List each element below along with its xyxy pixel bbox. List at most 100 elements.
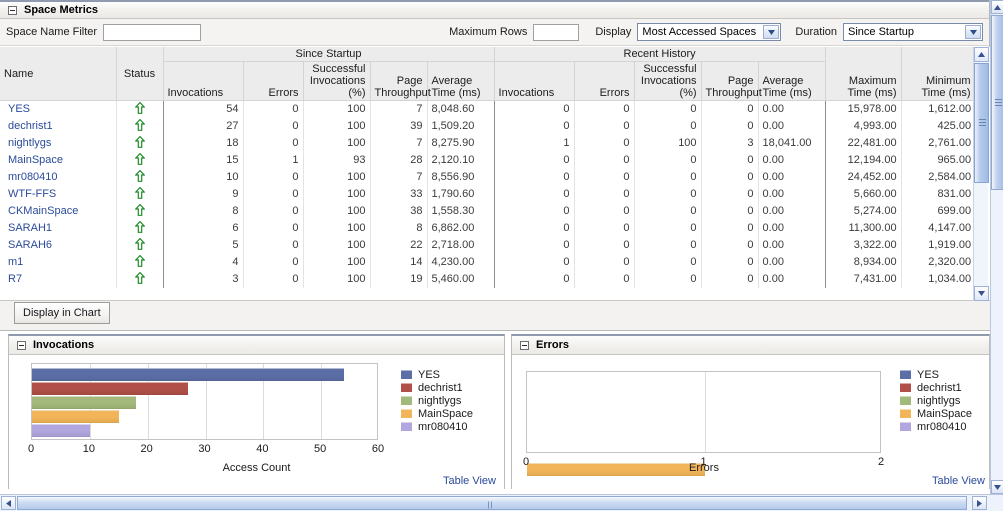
collapse-minus-icon[interactable] <box>8 5 17 15</box>
table-row[interactable]: SARAH6 5 0 100 22 2,718.00 0 0 0 0 0.00 3,322.00 1,9… <box>0 236 976 254</box>
table-row[interactable]: mr080410 10 0 100 7 8,556.90 0 0 0 0 0.00 24,452.00… <box>0 168 976 186</box>
cell-minimum-time: 1,612.00 <box>900 100 976 118</box>
chevron-down-icon[interactable] <box>965 25 981 39</box>
table-row[interactable]: nightlygs 18 0 100 7 8,275.90 1 0 100 3 18,041.00 2… <box>0 134 976 152</box>
table-row[interactable]: WTF-FFS 9 0 100 33 1,790.60 0 0 0 0 0.00 5,660.00 83… <box>0 185 976 203</box>
cell-status <box>115 151 163 169</box>
col-header-ss-successful-invocations[interactable]: Successful Invocations (%) <box>302 61 371 101</box>
duration-select[interactable]: Since Startup <box>843 23 983 41</box>
space-name-filter-input[interactable] <box>103 23 202 41</box>
space-metrics-table-container[interactable]: Name Status Since Startup Recent History… <box>0 47 990 301</box>
legend-item[interactable]: MainSpace <box>900 407 972 420</box>
errors-table-view-link[interactable]: Table View <box>932 475 985 487</box>
col-header-status[interactable]: Status <box>115 47 164 101</box>
legend-item[interactable]: YES <box>900 368 972 381</box>
invocations-table-view-link[interactable]: Table View <box>443 475 496 487</box>
collapse-minus-icon[interactable] <box>520 340 529 350</box>
table-scroll-thumb[interactable] <box>974 63 989 183</box>
legend-item[interactable]: MainSpace <box>401 407 473 420</box>
col-header-ss-invocations[interactable]: Invocations <box>162 61 244 101</box>
legend-item[interactable]: nightlygs <box>900 394 972 407</box>
cell-recent-history-errors: 0 <box>573 185 635 203</box>
legend-label: YES <box>418 368 441 381</box>
page-horizontal-scrollbar[interactable] <box>0 494 1003 511</box>
cell-since-startup-errors: 0 <box>242 253 303 271</box>
chart-bar[interactable] <box>32 410 119 423</box>
col-header-name[interactable]: Name <box>0 47 117 101</box>
cell-since-startup-average-time: 8,275.90 <box>426 134 495 152</box>
maximum-rows-input[interactable] <box>533 23 580 41</box>
col-header-rh-average-time[interactable]: Average Time (ms) <box>757 61 826 101</box>
page-horizontal-scroll-thumb[interactable] <box>17 496 967 510</box>
legend-item[interactable]: dechrist1 <box>900 381 972 394</box>
chart-gridline <box>704 372 706 452</box>
legend-item[interactable]: nightlygs <box>401 394 473 407</box>
legend-item[interactable]: dechrist1 <box>401 381 473 394</box>
chevron-down-icon[interactable] <box>763 25 780 39</box>
scroll-up-arrow-icon[interactable] <box>974 47 989 62</box>
cell-space-name[interactable]: dechrist1 <box>0 118 116 135</box>
page-vertical-scroll-thumb[interactable] <box>991 15 1003 190</box>
chart-bar[interactable] <box>32 368 345 381</box>
cell-space-name[interactable]: m1 <box>0 254 116 271</box>
cell-since-startup-page-throughput: 38 <box>369 202 427 220</box>
legend-label: dechrist1 <box>917 381 962 394</box>
rh-page-l2: Throughput <box>705 87 762 99</box>
cell-since-startup-invocations: 6 <box>162 219 243 237</box>
scroll-right-arrow-icon[interactable] <box>972 496 987 510</box>
legend-swatch-icon <box>401 370 412 379</box>
legend-item[interactable]: YES <box>401 368 473 381</box>
col-header-rh-errors[interactable]: Errors <box>573 61 635 101</box>
col-header-ss-errors[interactable]: Errors <box>242 61 304 101</box>
scroll-left-arrow-icon[interactable] <box>1 496 16 510</box>
col-header-minimum-time[interactable]: Minimum Time (ms) <box>900 47 976 101</box>
scroll-down-arrow-icon[interactable] <box>974 286 989 301</box>
col-header-rh-successful-invocations[interactable]: Successful Invocations (%) <box>633 61 702 101</box>
cell-space-name[interactable]: SARAH6 <box>0 237 116 254</box>
cell-space-name[interactable]: MainSpace <box>0 152 116 169</box>
col-header-minimum-time-l2: Time (ms) <box>921 87 971 99</box>
invocations-panel-header: Invocations <box>9 336 504 355</box>
table-vertical-scrollbar[interactable] <box>973 47 989 301</box>
table-row[interactable]: YES 54 0 100 7 8,048.60 0 0 0 0 0.00 15,978.00 1,612… <box>0 100 976 118</box>
table-row[interactable]: dechrist1 27 0 100 39 1,509.20 0 0 0 0 0.00 4,993.0… <box>0 117 976 135</box>
cell-recent-history-page-throughput: 0 <box>700 236 759 254</box>
col-header-ss-page-throughput[interactable]: Page Throughput <box>369 61 431 101</box>
scroll-down-arrow-icon[interactable] <box>991 480 1003 494</box>
collapse-minus-icon[interactable] <box>17 340 26 350</box>
cell-space-name[interactable]: CKMainSpace <box>0 203 116 220</box>
page-vertical-scrollbar[interactable] <box>990 0 1003 494</box>
cell-since-startup-page-throughput: 22 <box>369 236 427 254</box>
col-header-rh-invocations[interactable]: Invocations <box>493 61 575 101</box>
cell-space-name[interactable]: SARAH1 <box>0 220 116 237</box>
cell-recent-history-average-time: 0.00 <box>757 202 826 220</box>
cell-recent-history-successful-invocations: 0 <box>633 270 702 288</box>
legend-label: nightlygs <box>418 394 462 407</box>
cell-space-name[interactable]: WTF-FFS <box>0 186 116 203</box>
legend-item[interactable]: mr080410 <box>401 420 473 433</box>
chart-bar[interactable] <box>32 396 137 409</box>
table-row[interactable]: MainSpace 15 1 93 28 2,120.10 0 0 0 0 0.00 12,194.0… <box>0 151 976 169</box>
table-body: YES 54 0 100 7 8,048.60 0 0 0 0 0.00 15,978.00 1,612… <box>0 100 976 288</box>
cell-recent-history-page-throughput: 0 <box>700 117 759 135</box>
cell-space-name[interactable]: YES <box>0 101 116 118</box>
table-row[interactable]: CKMainSpace 8 0 100 38 1,558.30 0 0 0 0 0.00 5,274.… <box>0 202 976 220</box>
chart-bar[interactable] <box>32 382 189 395</box>
table-row[interactable]: SARAH1 6 0 100 8 6,862.00 0 0 0 0 0.00 11,300.00 4,1… <box>0 219 976 237</box>
scroll-up-arrow-icon[interactable] <box>991 0 1003 14</box>
table-row[interactable]: R7 3 0 100 19 5,460.00 0 0 0 0 0.00 7,431.00 1,034.0… <box>0 270 976 288</box>
cell-since-startup-page-throughput: 7 <box>369 168 427 186</box>
table-row[interactable]: m1 4 0 100 14 4,230.00 0 0 0 0 0.00 8,934.00 2,320.0… <box>0 253 976 271</box>
display-in-chart-button[interactable]: Display in Chart <box>14 302 110 324</box>
col-header-rh-page-throughput[interactable]: Page Throughput <box>700 61 762 101</box>
col-header-maximum-time[interactable]: Maximum Time (ms) <box>824 47 902 101</box>
cell-minimum-time: 4,147.00 <box>900 219 976 237</box>
cell-space-name[interactable]: R7 <box>0 271 116 288</box>
display-select[interactable]: Most Accessed Spaces <box>637 23 782 41</box>
cell-space-name[interactable]: mr080410 <box>0 169 116 186</box>
col-header-ss-average-time[interactable]: Average Time (ms) <box>426 61 495 101</box>
cell-maximum-time: 5,660.00 <box>824 185 902 203</box>
cell-space-name[interactable]: nightlygs <box>0 135 116 152</box>
legend-item[interactable]: mr080410 <box>900 420 972 433</box>
chart-bar[interactable] <box>32 424 90 437</box>
